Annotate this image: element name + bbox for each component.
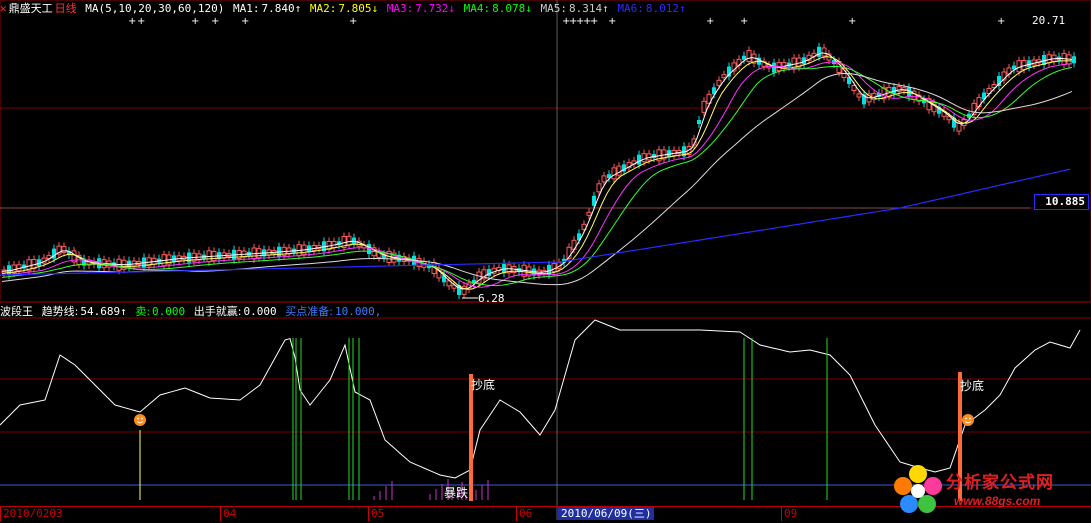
stock-name: 鼎盛天工 [8, 2, 53, 15]
candle-body [346, 235, 352, 246]
candle-body [721, 74, 727, 79]
bottom-signal-label-2: 抄底 [960, 379, 985, 393]
current-price-box: 10.885 [1034, 194, 1089, 210]
candle-body [742, 55, 746, 60]
candle-body [697, 120, 701, 124]
candle-body [586, 211, 592, 216]
candle-body [601, 175, 607, 183]
drop-signal-label: 暴跌 [444, 486, 469, 500]
candle-body [956, 122, 962, 132]
time-tick: 2010/0203 [0, 507, 63, 521]
signal-marker: + [997, 16, 1005, 27]
bottom-signal-bar [469, 374, 473, 501]
sell-value: 0.000 [152, 305, 186, 318]
low-price-label: 6.28 [478, 292, 505, 305]
signal-marker: + [211, 16, 219, 27]
candle-body [772, 62, 776, 73]
time-tick: 09 [781, 507, 797, 521]
candle-body [821, 47, 827, 57]
signal-marker: + [241, 16, 249, 27]
candle-body [856, 93, 862, 98]
ma3-label: MA3: [386, 2, 414, 15]
shot-win-label: 出手就赢: [193, 305, 242, 318]
ma1-value: 7.840↑ [261, 2, 302, 15]
ma1-line [1, 52, 1073, 290]
period-label[interactable]: 日线 [55, 2, 77, 15]
candle-body [596, 183, 602, 193]
trend-line [0, 319, 1081, 479]
main-panel-header: ✕ 鼎盛天工 日线 MA(5,10,20,30,60,120) MA1: 7.840↑… [0, 2, 688, 16]
ma-params: MA(5,10,20,30,60,120) [85, 2, 225, 15]
chart-canvas[interactable]: + + + + + + +++++ + + + + + [0, 0, 1091, 520]
cursor-date-label: 2010/06/09(三) [558, 507, 655, 520]
indicator-panel-header: 波段王 趋势线: 54.689↑ 卖: 0.000 出手就赢: 0.000 买点准备:… [0, 305, 383, 319]
signal-marker: + [608, 16, 616, 27]
buy-ready-label: 买点准备: [285, 305, 333, 318]
ma1-label: MA1: [232, 2, 260, 15]
signal-marker: + [590, 16, 598, 27]
candle-body [1072, 56, 1076, 64]
candle-body [716, 79, 722, 86]
signal-marker: + [740, 16, 748, 27]
candle-body [701, 100, 707, 113]
time-tick: 06 [516, 507, 532, 521]
candle-body [367, 244, 371, 255]
candle-body [817, 46, 821, 57]
signal-marker: + [191, 16, 199, 27]
candle-body [1046, 54, 1052, 64]
watermark-name: 分析家公式网 [946, 473, 1054, 493]
smiley-eye [965, 417, 967, 420]
candle-body [637, 154, 641, 165]
smiley-eye [969, 417, 971, 420]
smiley-eye [137, 417, 139, 420]
smiley-eye [141, 417, 143, 420]
candle-body [641, 153, 647, 163]
bottom-signal-label-1: 抄底 [471, 378, 496, 392]
ma2-value: 7.805↓ [338, 2, 379, 15]
shot-win-value: 0.000 [243, 305, 277, 318]
time-tick: 04 [220, 507, 236, 521]
smiley-icon [134, 414, 146, 426]
indicator-name[interactable]: 波段王 [0, 305, 33, 318]
ma6-label: MA6: [617, 2, 644, 15]
ma5-label: MA5: [540, 2, 567, 15]
ma4-line [1, 65, 1073, 287]
candle-body [1016, 60, 1022, 73]
candle-body [611, 167, 617, 180]
trend-line-value: 54.689↑ [80, 305, 127, 318]
ma5-line [1, 72, 1073, 286]
time-tick: 05 [368, 507, 384, 521]
ma4-label: MA4: [463, 2, 491, 15]
candle-body [551, 263, 557, 273]
buy-ready-value: 10.000, [334, 305, 382, 318]
smiley-icon [962, 414, 974, 426]
ma3-value: 7.732↓ [415, 2, 455, 15]
watermark-url: www.88gs.com [954, 494, 1041, 508]
trend-line-label: 趋势线: [41, 305, 79, 318]
signal-marker: + [706, 16, 714, 27]
candle-body [746, 50, 752, 63]
signal-marker: + [349, 16, 357, 27]
sell-label: 卖: [135, 305, 151, 318]
signal-marker: + [128, 16, 136, 27]
ma4-value: 8.078↓ [492, 2, 532, 15]
close-icon[interactable]: ✕ [0, 2, 7, 15]
candle-body [616, 165, 622, 176]
flower-logo-icon [894, 465, 942, 513]
signal-marker: + [137, 16, 145, 27]
ma6-value: 8.012↑ [645, 2, 686, 15]
watermark-logo: 分析家公式网 www.88gs.com [890, 462, 1090, 518]
ma5-value: 8.314↑ [568, 2, 609, 15]
high-price-label: 20.71 [1032, 14, 1066, 27]
signal-marker: + [848, 16, 856, 27]
stock-chart-window[interactable]: + + + + + + + + + + + + + + + + ✕ 鼎盛天工 日线 MA(5,10,20,30,6… [0, 0, 1091, 521]
ma2-label: MA2: [309, 2, 337, 15]
